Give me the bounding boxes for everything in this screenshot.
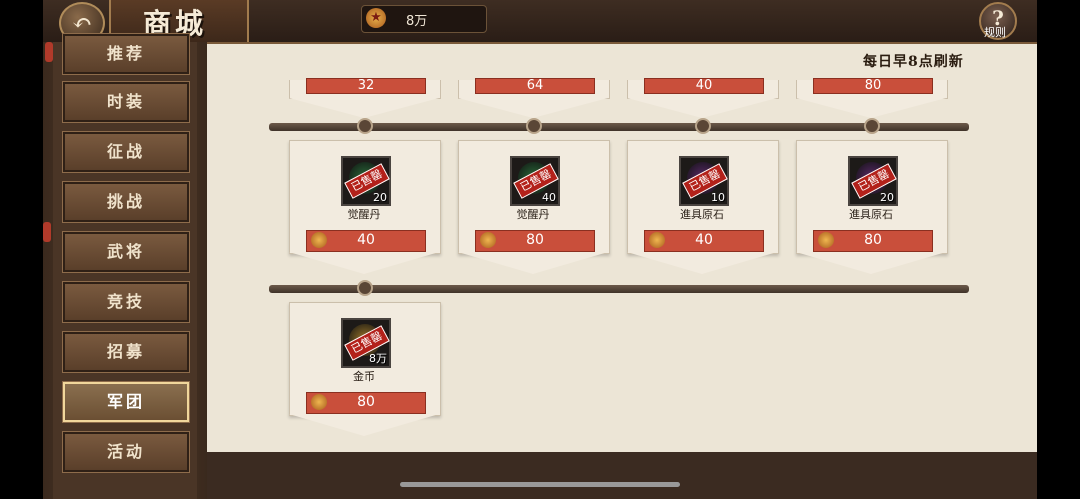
lantern-icon: [43, 222, 51, 242]
price-value: 80: [864, 232, 882, 248]
knot-icon: [864, 118, 880, 134]
sidebar-item-5[interactable]: 竞技: [62, 281, 190, 323]
item-name: 進具原石: [680, 208, 724, 221]
price-value: 40: [695, 232, 713, 248]
knot-icon: [357, 280, 373, 296]
item-quantity: 40: [542, 191, 556, 204]
shop-card[interactable]: 已售罄 40 觉醒丹 80: [458, 140, 610, 276]
item-icon: 已售罄 20: [848, 156, 898, 206]
shop-card[interactable]: 已售罄 8万金币 80: [289, 302, 441, 438]
item-icon: 已售罄 8万: [341, 318, 391, 368]
sidebar-item-4[interactable]: 武将: [62, 231, 190, 273]
shop-card-partial[interactable]: 40: [627, 78, 779, 120]
item-name: 金币: [353, 370, 375, 383]
sidebar-item-2[interactable]: 征战: [62, 131, 190, 173]
shop-card[interactable]: 已售罄 20 進具原石 80: [796, 140, 948, 276]
item-quantity: 8万: [369, 352, 387, 365]
ingot-icon: ★: [366, 8, 386, 28]
shop-card-partial[interactable]: 32: [289, 78, 441, 120]
category-sidebar: 推荐时装征战挑战武将竞技招募军团活动: [43, 33, 207, 499]
sidebar-item-1[interactable]: 时装: [62, 81, 190, 123]
price-bar: 80: [306, 392, 426, 414]
item-icon: 已售罄 20: [341, 156, 391, 206]
rules-label[interactable]: 规则: [984, 24, 1006, 40]
sidebar-item-0[interactable]: 推荐: [62, 33, 190, 75]
shop-card-partial[interactable]: 64: [458, 78, 610, 120]
item-icon: 已售罄 10: [679, 156, 729, 206]
price-value: 80: [526, 232, 544, 248]
price-bar: 80: [813, 78, 933, 94]
sidebar-item-8[interactable]: 活动: [62, 431, 190, 473]
item-name: 觉醒丹: [516, 208, 550, 221]
item-icon: 已售罄 40: [510, 156, 560, 206]
price-value: 80: [357, 394, 375, 410]
shop-card[interactable]: 已售罄 20 觉醒丹 40: [289, 140, 441, 276]
sidebar-item-6[interactable]: 招募: [62, 331, 190, 373]
item-quantity: 10: [711, 191, 725, 204]
top-bar: ↶ 商城 ★ 8万 ? 规则: [43, 0, 1037, 44]
shop-card[interactable]: 已售罄 10 進具原石 40: [627, 140, 779, 276]
price-bar: 40: [306, 230, 426, 252]
currency-value: 8万: [406, 14, 428, 29]
sidebar-item-7[interactable]: 军团: [62, 381, 190, 423]
home-indicator: [400, 482, 680, 487]
price-value: 40: [357, 232, 375, 248]
item-quantity: 20: [373, 191, 387, 204]
knot-icon: [526, 118, 542, 134]
sidebar-item-3[interactable]: 挑战: [62, 181, 190, 223]
lantern-icon: [45, 42, 53, 62]
price-bar: 32: [306, 78, 426, 94]
shop-card-partial[interactable]: 80: [796, 78, 948, 120]
hanging-rod: [269, 285, 969, 293]
knot-icon: [357, 118, 373, 134]
shop-screen: ↶ 商城 ★ 8万 ? 规则 推荐时装征战挑战武将竞技招募军团活动 每日早8点刷…: [43, 0, 1037, 499]
knot-icon: [695, 118, 711, 134]
price-bar: 64: [475, 78, 595, 94]
bottom-bar: [207, 452, 1037, 499]
price-bar: 40: [644, 230, 764, 252]
refresh-note: 每日早8点刷新: [863, 54, 964, 70]
currency-display: ★ 8万: [361, 5, 487, 33]
item-quantity: 20: [880, 191, 894, 204]
price-bar: 80: [475, 230, 595, 252]
item-name: 進具原石: [849, 208, 893, 221]
item-name: 觉醒丹: [347, 208, 381, 221]
price-bar: 40: [644, 78, 764, 94]
price-bar: 80: [813, 230, 933, 252]
